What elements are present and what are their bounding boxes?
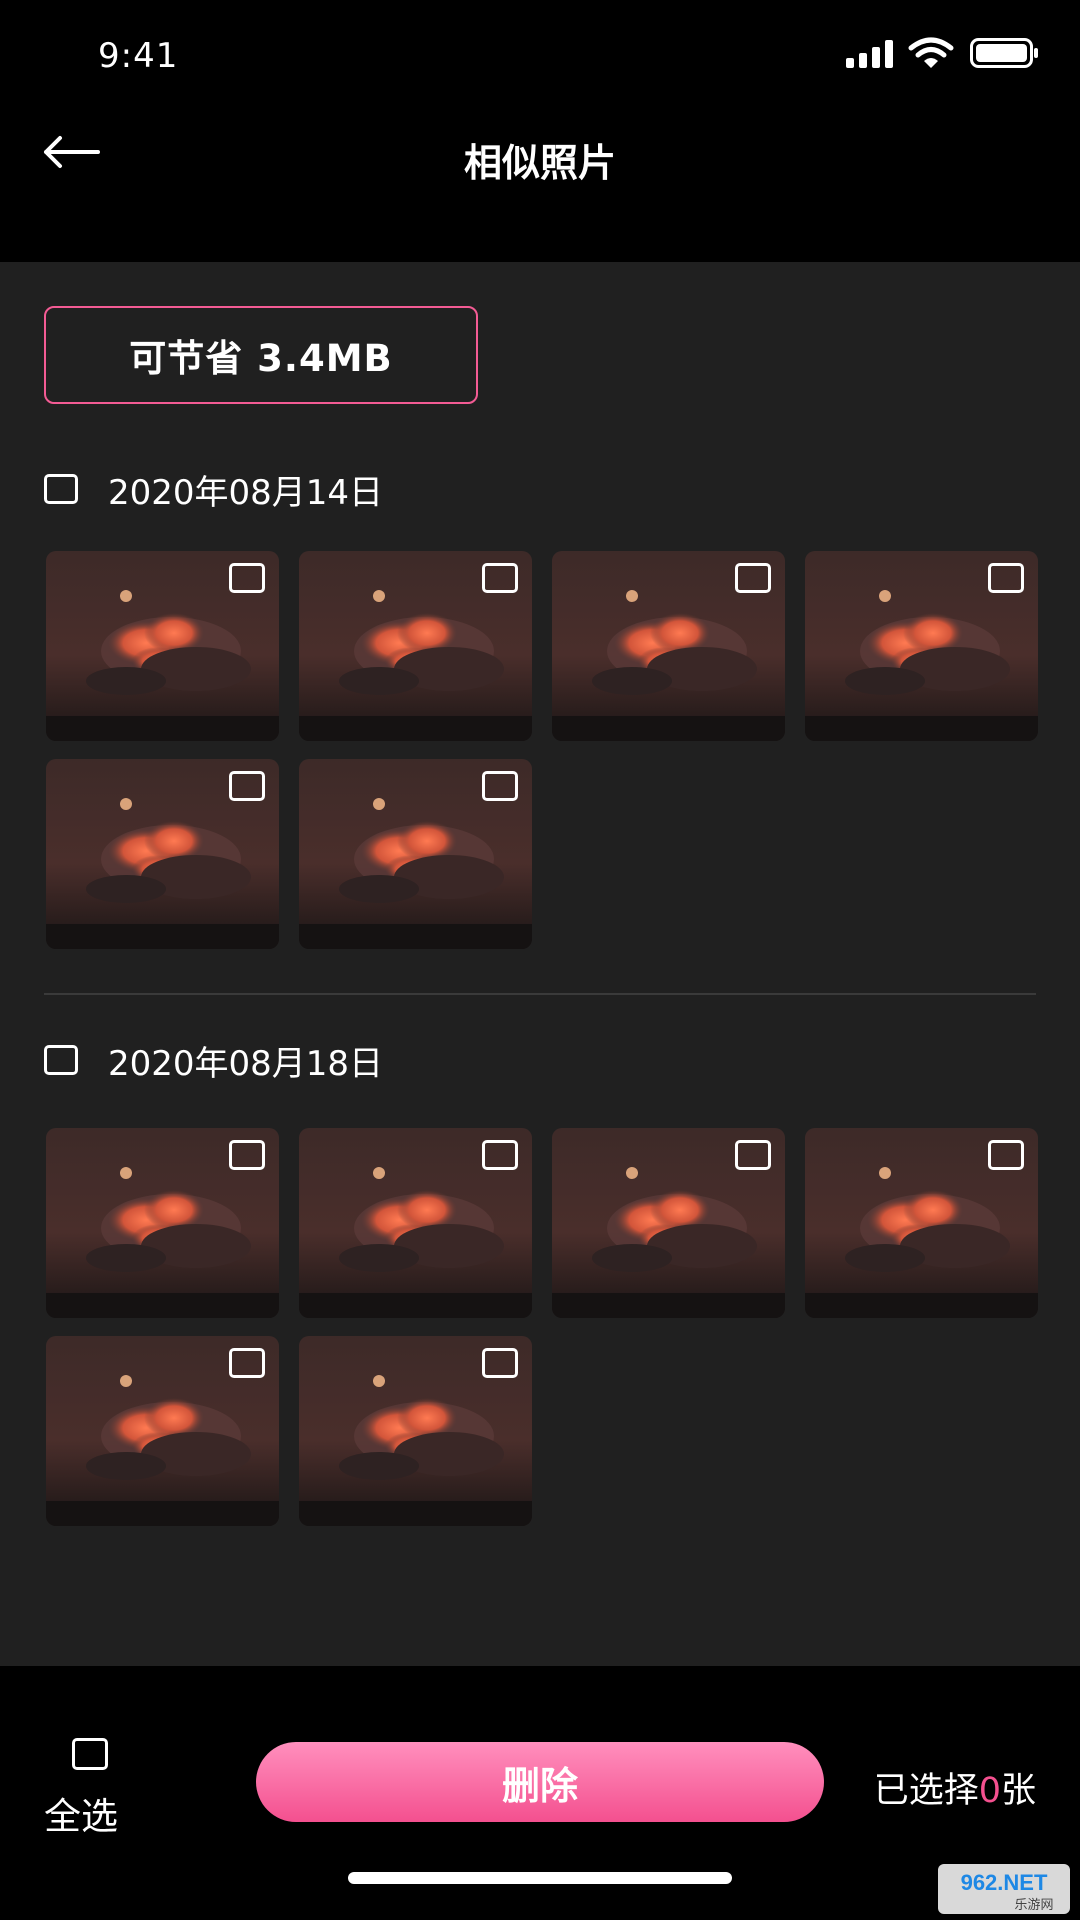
photo-checkbox[interactable]	[482, 563, 518, 593]
photo-checkbox[interactable]	[482, 1348, 518, 1378]
group-date: 2020年08月14日	[108, 472, 384, 513]
status-time: 9:41	[98, 36, 179, 76]
photo-thumbnail[interactable]	[46, 1336, 279, 1526]
savings-badge: 可节省 3.4MB	[44, 306, 478, 404]
photo-checkbox[interactable]	[229, 1348, 265, 1378]
photo-checkbox[interactable]	[735, 563, 771, 593]
group-checkbox[interactable]	[44, 474, 78, 504]
home-indicator	[348, 1872, 732, 1884]
photo-thumbnail[interactable]	[552, 1128, 785, 1318]
photo-checkbox[interactable]	[988, 563, 1024, 593]
photo-checkbox[interactable]	[229, 563, 265, 593]
divider	[44, 993, 1036, 995]
selected-count-text: 已选择0张	[874, 1762, 1036, 1813]
photo-grid	[46, 1128, 1040, 1526]
wifi-icon	[908, 37, 954, 68]
delete-button[interactable]: 删除	[256, 1742, 824, 1822]
selected-count: 0	[978, 1771, 1001, 1811]
photo-thumbnail[interactable]	[46, 759, 279, 949]
photo-thumbnail[interactable]	[299, 551, 532, 741]
photo-thumbnail[interactable]	[805, 1128, 1038, 1318]
watermark-text: 962.NET	[961, 1870, 1048, 1895]
photo-checkbox[interactable]	[482, 1140, 518, 1170]
status-bar: 9:41	[0, 0, 1080, 110]
group-header: 2020年08月18日	[44, 1035, 383, 1085]
photo-thumbnail[interactable]	[46, 551, 279, 741]
photo-thumbnail[interactable]	[552, 551, 785, 741]
select-all-checkbox[interactable]	[72, 1738, 108, 1770]
header: 相似照片	[0, 110, 1080, 262]
bottom-bar: 全选 删除 已选择0张	[0, 1666, 1080, 1920]
selected-prefix: 已选择	[873, 1771, 979, 1811]
photo-thumbnail[interactable]	[299, 1128, 532, 1318]
watermark-logo: 962.NET 乐游网	[938, 1864, 1070, 1914]
watermark-subtext: 乐游网	[1014, 1898, 1053, 1913]
page-title: 相似照片	[463, 141, 616, 185]
photo-checkbox[interactable]	[229, 1140, 265, 1170]
photo-thumbnail[interactable]	[46, 1128, 279, 1318]
photo-thumbnail[interactable]	[299, 759, 532, 949]
photo-grid	[46, 551, 1040, 949]
selected-suffix: 张	[1000, 1771, 1036, 1811]
photo-checkbox[interactable]	[988, 1140, 1024, 1170]
photo-checkbox[interactable]	[735, 1140, 771, 1170]
photo-thumbnail[interactable]	[805, 551, 1038, 741]
group-date: 2020年08月18日	[108, 1043, 384, 1084]
signal-icon	[846, 40, 893, 68]
photo-thumbnail[interactable]	[299, 1336, 532, 1526]
group-header: 2020年08月14日	[44, 464, 383, 514]
group-checkbox[interactable]	[44, 1045, 78, 1075]
photo-checkbox[interactable]	[229, 771, 265, 801]
battery-icon	[970, 38, 1038, 68]
select-all-label[interactable]: 全选	[44, 1786, 118, 1840]
photo-checkbox[interactable]	[482, 771, 518, 801]
